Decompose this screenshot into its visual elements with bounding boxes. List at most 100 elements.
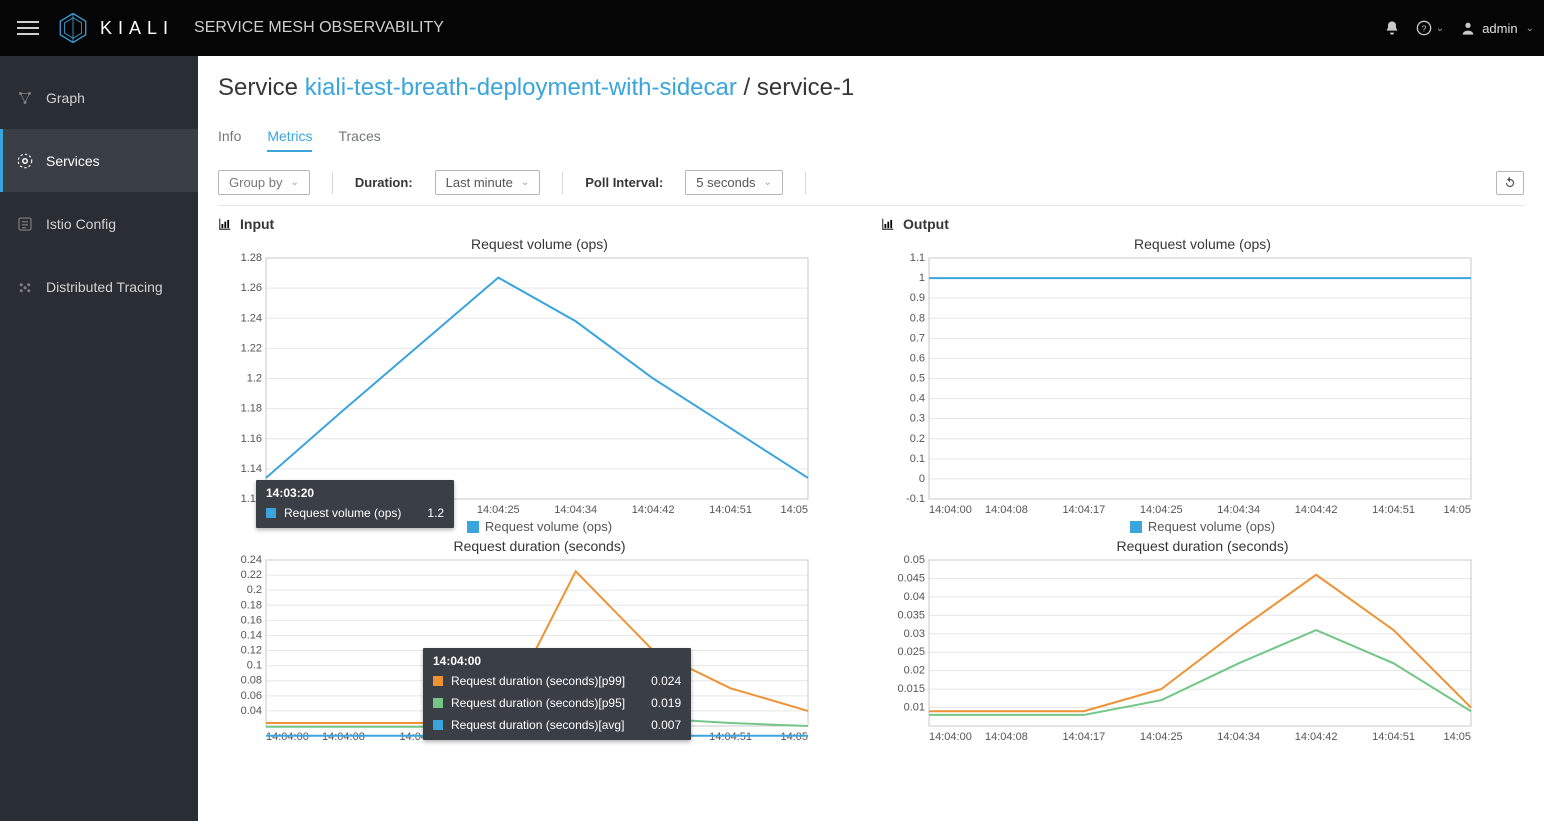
svg-text:1.24: 1.24 (241, 312, 262, 324)
bar-chart-icon (881, 217, 895, 231)
svg-text:14:04:51: 14:04:51 (709, 731, 752, 743)
svg-text:0.8: 0.8 (910, 312, 925, 324)
svg-text:14:05: 14:05 (780, 731, 808, 743)
svg-text:1.18: 1.18 (241, 403, 262, 415)
legend-swatch (467, 521, 479, 533)
page-title: Service kiali-test-breath-deployment-wit… (218, 74, 1524, 102)
sidebar-item-tracing[interactable]: Distributed Tracing (0, 255, 198, 318)
poll-interval-dropdown[interactable]: 5 seconds⌄ (685, 170, 783, 195)
chart-title: Request duration (seconds) (881, 538, 1524, 554)
sidebar-item-label: Graph (46, 90, 85, 106)
tab-traces[interactable]: Traces (338, 122, 380, 152)
refresh-button[interactable] (1496, 171, 1524, 195)
chart-legend: Request volume (ops) (881, 519, 1524, 534)
svg-text:0.05: 0.05 (904, 554, 925, 566)
chart-input-volume: 1.121.141.161.181.21.221.241.261.2814:04… (218, 252, 861, 517)
svg-text:14:04:08: 14:04:08 (985, 504, 1028, 516)
svg-text:1.14: 1.14 (241, 463, 262, 475)
help-icon: ? (1416, 20, 1432, 36)
svg-text:0.5: 0.5 (910, 373, 925, 385)
chart-input-duration: 0.04 0.06 0.08 0.1 0.12 0.14 0.16 0.18 0.2 0.22 0.… (218, 554, 861, 744)
brand-logo: KIALI SERVICE MESH OBSERVABILITY (56, 11, 444, 45)
svg-text:0.04: 0.04 (904, 591, 925, 603)
svg-text:0.01: 0.01 (904, 702, 925, 714)
graph-icon (16, 89, 34, 107)
chart-title: Request volume (ops) (881, 236, 1524, 252)
tab-metrics[interactable]: Metrics (267, 122, 312, 152)
menu-toggle-button[interactable] (10, 10, 46, 46)
svg-text:0.22: 0.22 (241, 569, 262, 581)
svg-text:0.6: 0.6 (910, 352, 925, 364)
svg-text:0.045: 0.045 (897, 572, 925, 584)
svg-text:0.02: 0.02 (904, 665, 925, 677)
tracing-icon (16, 278, 34, 296)
svg-text:14:04:17: 14:04:17 (1062, 504, 1105, 516)
svg-text:0.08: 0.08 (241, 675, 262, 687)
svg-text:0.03: 0.03 (904, 628, 925, 640)
svg-text:0.24: 0.24 (241, 554, 262, 566)
svg-text:0.1: 0.1 (247, 660, 262, 672)
svg-text:14:04:42: 14:04:42 (632, 504, 675, 516)
input-column: Input Request volume (ops) 1.121.141.161… (218, 216, 861, 744)
help-menu[interactable]: ? ⌄ (1416, 20, 1444, 36)
svg-text:14:04:25: 14:04:25 (1140, 731, 1183, 743)
svg-text:1.16: 1.16 (241, 433, 262, 445)
svg-text:14:04:34: 14:04:34 (1217, 504, 1260, 516)
sidebar-item-services[interactable]: Services (0, 129, 198, 192)
services-icon (16, 152, 34, 170)
user-menu[interactable]: admin ⌄ (1460, 20, 1534, 36)
refresh-icon (1503, 176, 1517, 190)
svg-text:1.22: 1.22 (241, 342, 262, 354)
svg-text:14:04:42: 14:04:42 (1295, 731, 1338, 743)
svg-text:0.18: 0.18 (241, 599, 262, 611)
tooltip: 14:04:00 Request duration (seconds)[p99]… (423, 648, 691, 740)
service-name: service-1 (757, 74, 854, 101)
svg-text:0.06: 0.06 (241, 690, 262, 702)
svg-text:1: 1 (919, 272, 925, 284)
poll-interval-label: Poll Interval: (585, 175, 663, 190)
chevron-down-icon: ⌄ (764, 177, 772, 188)
sidebar-item-label: Istio Config (46, 216, 116, 232)
svg-text:0.04: 0.04 (241, 705, 262, 717)
group-by-dropdown[interactable]: Group by⌄ (218, 170, 310, 195)
tab-info[interactable]: Info (218, 122, 241, 152)
sidebar-item-istio-config[interactable]: Istio Config (0, 192, 198, 255)
svg-text:14:04:51: 14:04:51 (1372, 731, 1415, 743)
namespace-link[interactable]: kiali-test-breath-deployment-with-sideca… (305, 74, 737, 101)
legend-swatch (1130, 521, 1142, 533)
svg-text:1.28: 1.28 (241, 252, 262, 264)
topbar: KIALI SERVICE MESH OBSERVABILITY ? ⌄ adm… (0, 0, 1544, 56)
chevron-down-icon: ⌄ (290, 177, 298, 188)
kiali-logo-icon (56, 11, 90, 45)
chevron-down-icon: ⌄ (521, 177, 529, 188)
bell-icon[interactable] (1384, 20, 1400, 36)
svg-text:0.14: 0.14 (241, 629, 262, 641)
sidebar-item-graph[interactable]: Graph (0, 66, 198, 129)
main-content: Service kiali-test-breath-deployment-wit… (198, 56, 1544, 821)
svg-text:?: ? (1421, 23, 1426, 33)
svg-text:14:04:25: 14:04:25 (1140, 504, 1183, 516)
chart-title: Request duration (seconds) (218, 538, 861, 554)
svg-text:14:04:51: 14:04:51 (709, 504, 752, 516)
svg-text:14:04:00: 14:04:00 (929, 731, 972, 743)
svg-text:0.16: 0.16 (241, 614, 262, 626)
chart-output-volume: -0.100.10.20.30.40.50.60.70.80.911.114:0… (881, 252, 1524, 517)
output-column: Output Request volume (ops) -0.100.10.20… (881, 216, 1524, 744)
svg-text:0.3: 0.3 (910, 413, 925, 425)
metrics-toolbar: Group by⌄ Duration: Last minute⌄ Poll In… (218, 164, 1524, 206)
chart-output-duration: 0.010.0150.020.0250.030.0350.040.0450.05… (881, 554, 1524, 744)
duration-dropdown[interactable]: Last minute⌄ (435, 170, 541, 195)
input-header: Input (218, 216, 861, 232)
svg-text:14:04:08: 14:04:08 (322, 731, 365, 743)
output-header: Output (881, 216, 1524, 232)
svg-text:0.2: 0.2 (247, 584, 262, 596)
svg-text:14:04:17: 14:04:17 (1062, 731, 1105, 743)
svg-text:14:04:51: 14:04:51 (1372, 504, 1415, 516)
user-icon (1460, 20, 1476, 36)
svg-text:0.9: 0.9 (910, 292, 925, 304)
brand-tagline: SERVICE MESH OBSERVABILITY (194, 19, 444, 37)
svg-text:1.26: 1.26 (241, 282, 262, 294)
sidebar: Graph Services Istio Config Distributed … (0, 56, 198, 821)
svg-text:0.12: 0.12 (241, 645, 262, 657)
svg-text:14:04:08: 14:04:08 (985, 731, 1028, 743)
